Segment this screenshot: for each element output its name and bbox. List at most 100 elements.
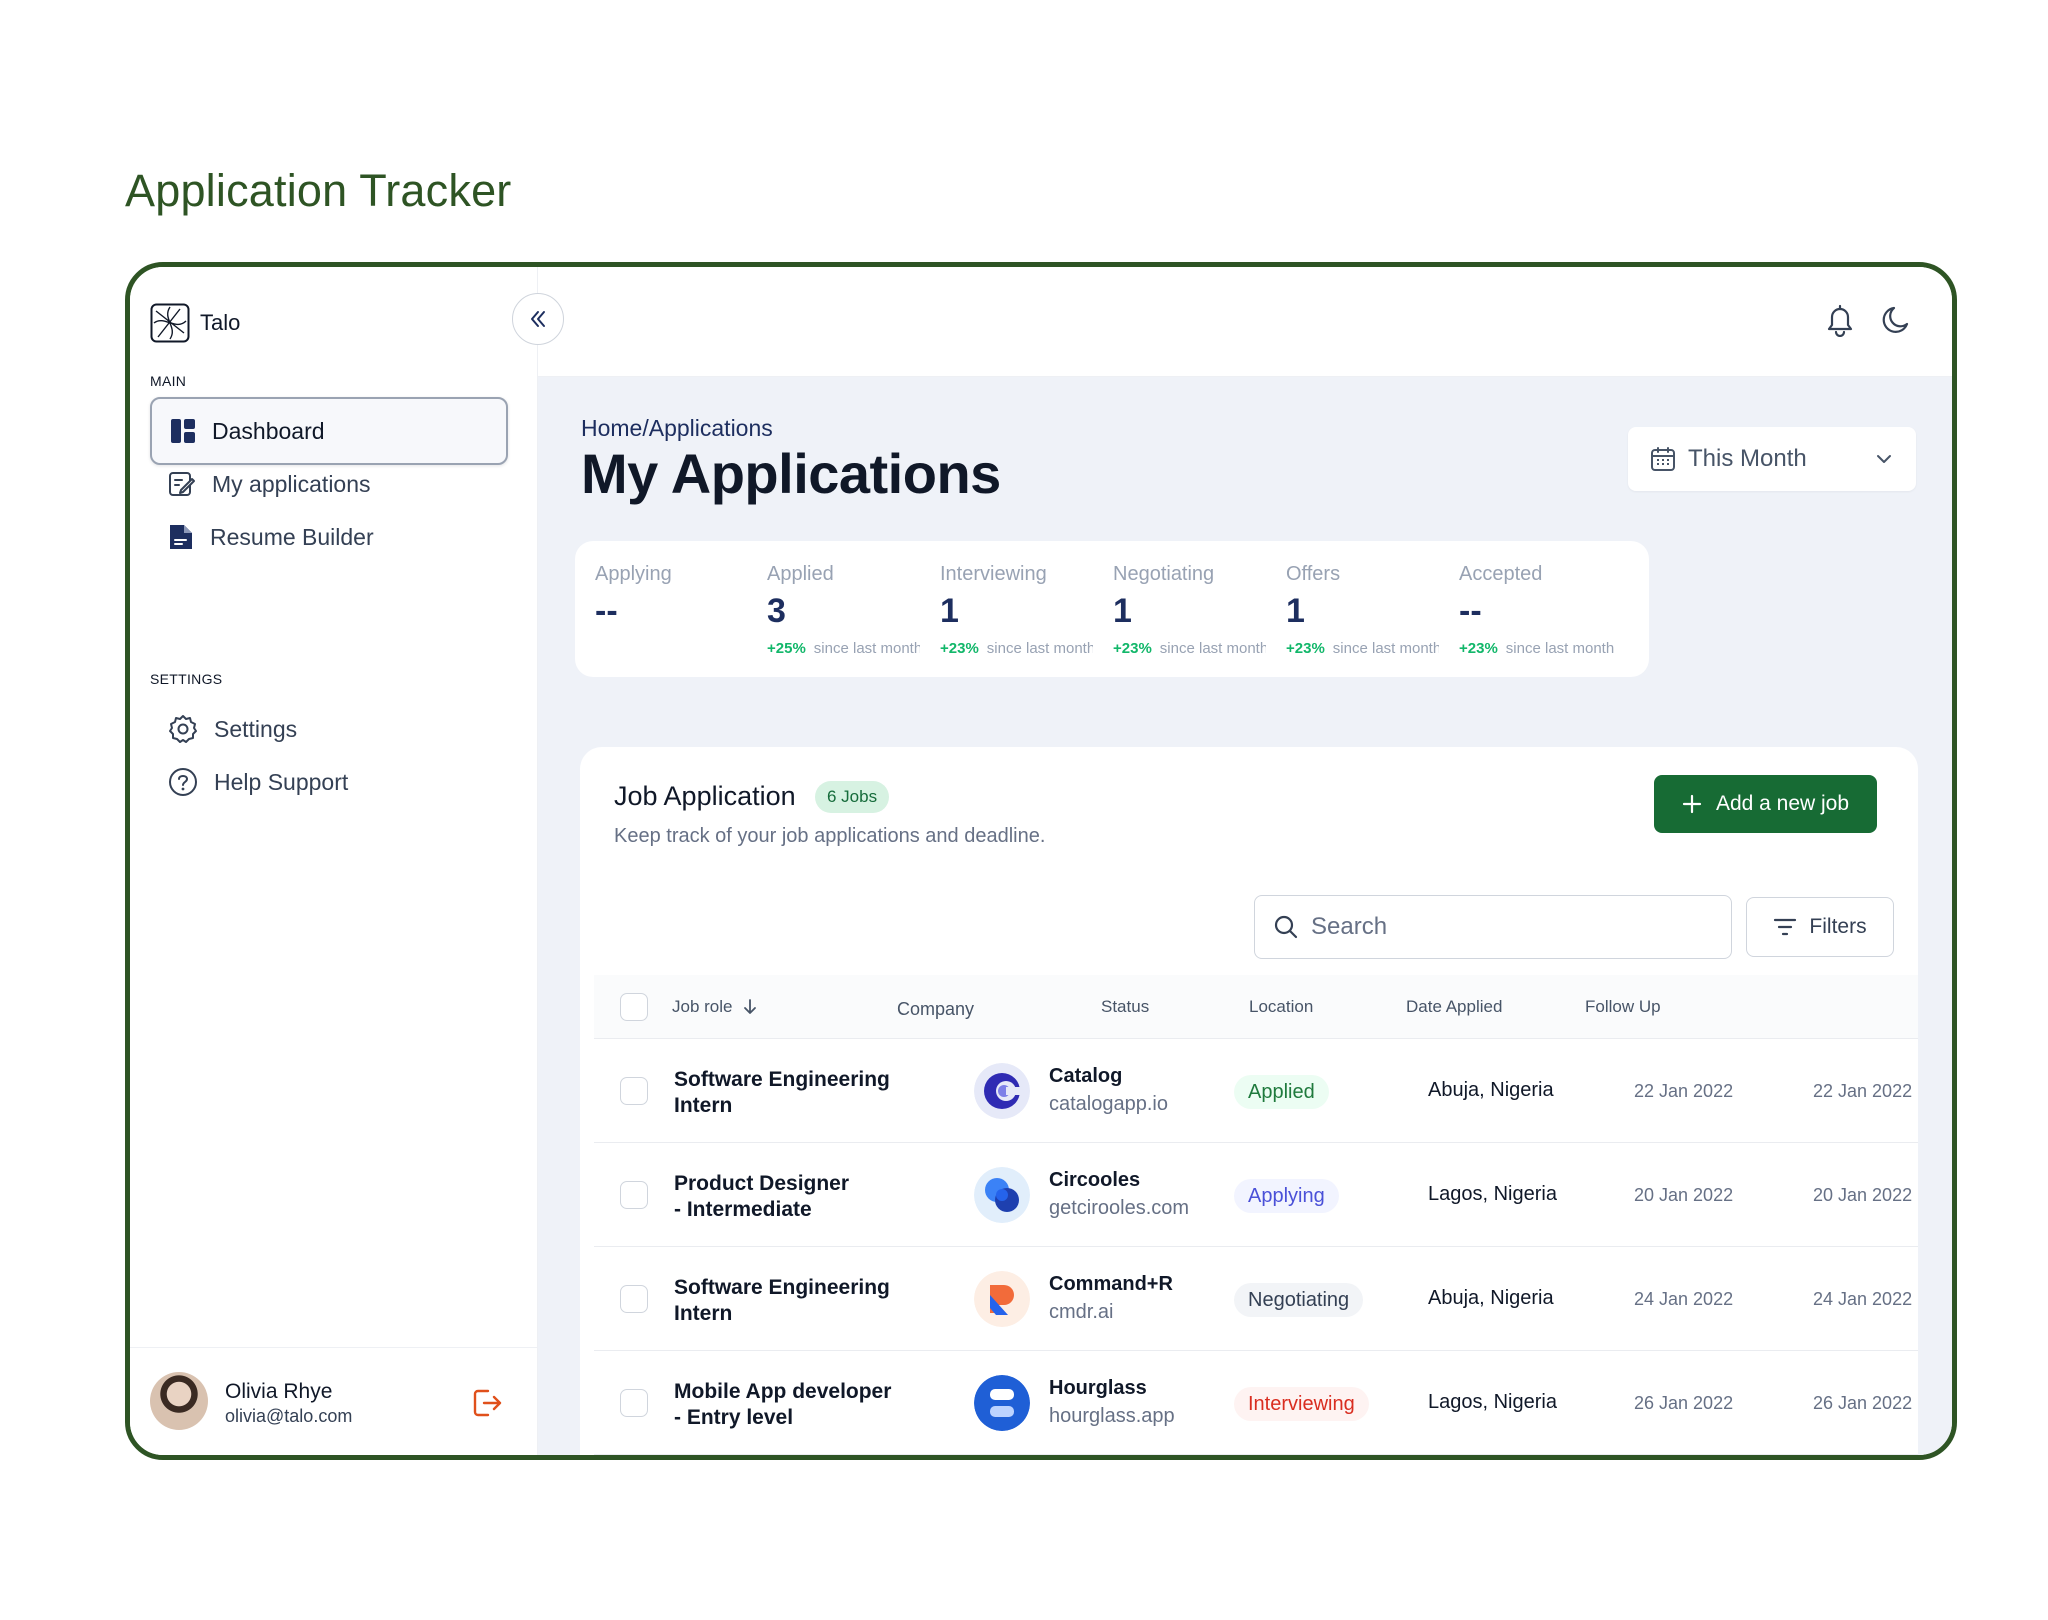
add-new-job-label: Add a new job (1715, 792, 1850, 815)
main-section-label: MAIN (150, 373, 187, 389)
company-domain: catalogapp.io (1049, 1093, 1168, 1115)
follow-up-date: 22 Jan 2022 (1813, 1081, 1913, 1101)
column-header-status: Status (1101, 997, 1150, 1016)
stat-delta-percent: +23% (1286, 640, 1325, 657)
column-header-date-applied: Date Applied (1406, 997, 1503, 1016)
collapse-sidebar-button[interactable] (512, 293, 564, 345)
location: Lagos, Nigeria (1428, 1391, 1557, 1413)
table-header: Job role Company Status Location Date Ap… (594, 975, 1918, 1039)
settings-section-label: SETTINGS (150, 671, 223, 687)
status-badge: Applying (1234, 1179, 1339, 1213)
sidebar: Talo MAIN Dashboard My applications Resu… (130, 267, 538, 1455)
stat-delta-percent: +23% (1113, 640, 1152, 657)
avatar[interactable] (150, 1372, 208, 1430)
plus-icon (1682, 794, 1702, 814)
sidebar-item-label: Resume Builder (210, 523, 374, 550)
status-badge: Interviewing (1234, 1387, 1369, 1421)
filters-label: Filters (1809, 915, 1867, 938)
stat-delta-since: since last month (986, 640, 1096, 657)
help-circle-icon (169, 768, 197, 796)
app-window: Talo MAIN Dashboard My applications Resu… (125, 262, 1957, 1460)
row-checkbox[interactable] (620, 1285, 648, 1313)
sidebar-item-label: My applications (212, 470, 371, 497)
sidebar-item-label: Dashboard (212, 417, 325, 444)
row-checkbox[interactable] (620, 1389, 648, 1417)
table-row[interactable]: Software Engineering Intern Catalog catal… (594, 1039, 1918, 1143)
company-logo-catalog (974, 1063, 1030, 1119)
company-logo-circooles (974, 1167, 1030, 1223)
column-header-label: Job role (672, 997, 733, 1016)
stat-delta-percent: +25% (767, 640, 806, 657)
arrow-down-icon (744, 999, 757, 1014)
period-select[interactable]: This Month (1628, 427, 1916, 491)
job-role: Software Engineering Intern (674, 1276, 890, 1325)
filter-lines-icon (1774, 918, 1797, 936)
gear-icon (169, 715, 197, 743)
company-name: Command+R (1049, 1273, 1173, 1295)
company-name: Hourglass (1049, 1377, 1147, 1399)
period-select-value: This Month (1688, 445, 1807, 472)
table-row[interactable]: Software Engineering Intern Command+R cmd… (594, 1247, 1918, 1351)
stat-delta: +23% since last month (1459, 640, 1649, 657)
calendar-icon (1651, 447, 1675, 471)
column-header-follow-up: Follow Up (1585, 997, 1661, 1016)
filters-button[interactable]: Filters (1746, 897, 1894, 957)
topbar (538, 267, 1952, 377)
location: Lagos, Nigeria (1428, 1183, 1557, 1205)
panel-subtitle: Keep track of your job applications and … (614, 825, 1046, 847)
page-heading: Application Tracker (125, 165, 512, 216)
user-email: olivia@talo.com (225, 1406, 353, 1426)
table-row[interactable]: Product Designer - Intermediate Circooles… (594, 1143, 1918, 1247)
search-placeholder: Search (1311, 913, 1388, 940)
user-name: Olivia Rhye (225, 1380, 333, 1403)
moon-icon[interactable] (1880, 303, 1914, 337)
date-applied: 24 Jan 2022 (1634, 1289, 1734, 1309)
stat-value: -- (1459, 592, 1482, 630)
search-input[interactable]: Search (1254, 895, 1732, 959)
logout-icon[interactable] (470, 1386, 504, 1420)
stat-delta-since: since last month (1332, 640, 1442, 657)
job-role: Software Engineering Intern (674, 1068, 890, 1117)
company-logo-commandr (974, 1271, 1030, 1327)
talo-logo-icon (150, 303, 190, 343)
status-badge: Negotiating (1234, 1283, 1364, 1317)
follow-up-date: 24 Jan 2022 (1813, 1289, 1913, 1309)
sidebar-item-help-support[interactable]: Help Support (150, 748, 508, 816)
table-row[interactable]: Mobile App developer - Entry level Hourgl… (594, 1351, 1918, 1455)
date-applied: 20 Jan 2022 (1634, 1185, 1734, 1205)
main-content: Home/Applications My Applications This M… (538, 377, 1952, 1455)
sidebar-item-resume-builder[interactable]: Resume Builder (150, 503, 508, 571)
chevrons-left-icon (531, 311, 545, 327)
select-all-checkbox[interactable] (620, 993, 648, 1021)
stat-card-accepted: Accepted -- +23% since last month (1439, 541, 1649, 677)
row-checkbox[interactable] (620, 1181, 648, 1209)
location: Abuja, Nigeria (1428, 1079, 1554, 1101)
company-domain: getcirooles.com (1049, 1197, 1190, 1219)
status-badge: Applied (1234, 1075, 1329, 1109)
date-applied: 26 Jan 2022 (1634, 1393, 1734, 1413)
sidebar-item-label: Help Support (214, 768, 349, 795)
column-header-location: Location (1249, 997, 1314, 1016)
brand-name: Talo (200, 310, 241, 335)
company-domain: hourglass.app (1049, 1405, 1175, 1427)
chevron-down-icon (1877, 455, 1891, 463)
edit-document-icon (169, 472, 195, 496)
stat-delta-since: since last month (1505, 640, 1615, 657)
add-new-job-button[interactable]: Add a new job (1654, 775, 1877, 833)
company-name: Circooles (1049, 1169, 1141, 1191)
search-icon (1274, 915, 1298, 939)
stat-delta-percent: +23% (940, 640, 979, 657)
company-domain: cmdr.ai (1049, 1301, 1114, 1323)
job-role: Mobile App developer - Entry level (674, 1380, 892, 1429)
breadcrumb[interactable]: Home/Applications (581, 415, 773, 442)
location: Abuja, Nigeria (1428, 1287, 1554, 1309)
follow-up-date: 20 Jan 2022 (1813, 1185, 1913, 1205)
stat-label: Accepted (1459, 563, 1543, 585)
stat-delta-percent: +23% (1459, 640, 1498, 657)
column-header-job-role[interactable]: Job role (672, 997, 758, 1017)
follow-up-date: 26 Jan 2022 (1813, 1393, 1913, 1413)
bell-icon[interactable] (1824, 303, 1856, 337)
sidebar-item-label: Settings (214, 715, 298, 742)
row-checkbox[interactable] (620, 1077, 648, 1105)
brand[interactable]: Talo (150, 303, 240, 343)
